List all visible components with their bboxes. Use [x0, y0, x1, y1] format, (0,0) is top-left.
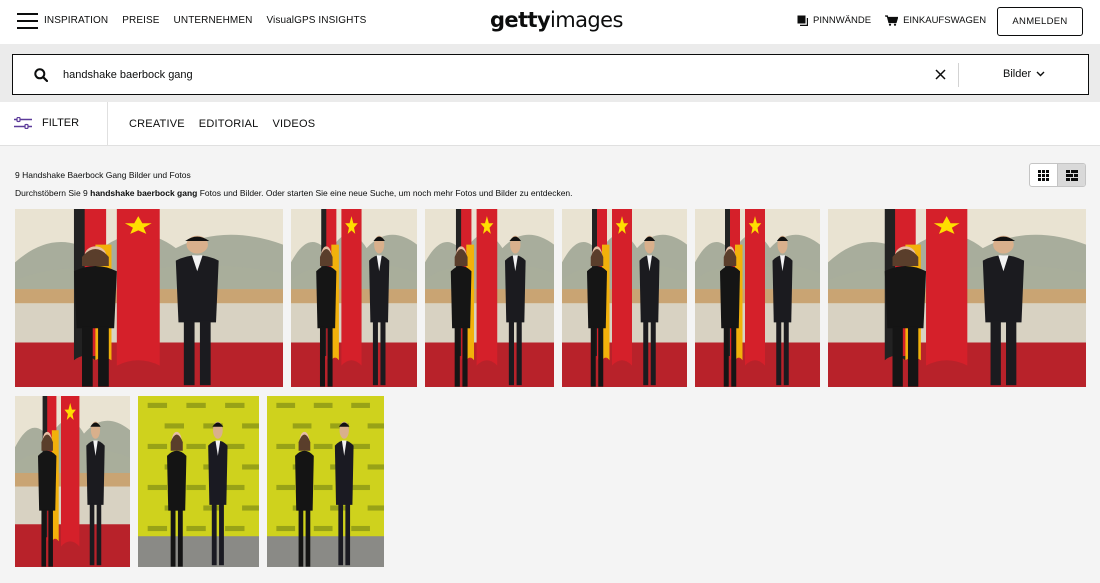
content-type-tabs: CREATIVE EDITORIAL VIDEOS — [129, 118, 315, 130]
results-desc-query: handshake baerbock gang — [90, 188, 198, 198]
filter-divider — [107, 102, 108, 146]
nav-link-inspiration[interactable]: INSPIRATION — [44, 15, 108, 26]
gettyimages-logo[interactable]: gettyimages — [490, 8, 623, 32]
photo-handshake — [15, 209, 283, 387]
boards-link[interactable]: PINNWÄNDE — [797, 15, 871, 26]
cart-label: EINKAUFSWAGEN — [903, 15, 987, 26]
mosaic-view-icon — [1065, 169, 1078, 181]
photo-handshake — [138, 396, 259, 567]
grid-view-button[interactable] — [1030, 164, 1057, 186]
nav-link-pricing[interactable]: PREISE — [122, 15, 159, 26]
image-tile[interactable] — [828, 209, 1086, 387]
boards-icon — [797, 15, 808, 26]
photo-handshake — [562, 209, 687, 387]
media-type-dropdown[interactable]: Bilder — [1003, 68, 1045, 80]
filter-button[interactable]: FILTER — [14, 117, 79, 129]
grid-view-icon — [1038, 169, 1050, 181]
search-icon[interactable] — [34, 68, 48, 82]
cart-icon — [885, 15, 899, 26]
cart-link[interactable]: EINKAUFSWAGEN — [885, 15, 986, 26]
filter-bar: FILTER CREATIVE EDITORIAL VIDEOS — [0, 102, 1100, 146]
image-tile[interactable] — [562, 209, 687, 387]
search-divider — [958, 63, 959, 87]
search-band: Bilder — [0, 44, 1100, 102]
results-desc-prefix: Durchstöbern Sie 9 — [15, 188, 91, 198]
tab-creative[interactable]: CREATIVE — [129, 118, 185, 130]
clear-search-icon[interactable] — [935, 69, 946, 80]
results-description: Durchstöbern Sie 9 handshake baerbock ga… — [15, 188, 573, 198]
photo-handshake — [291, 209, 417, 387]
top-navigation: INSPIRATION PREISE UNTERNEHMEN VisualGPS… — [0, 0, 1100, 44]
logo-bold: getty — [490, 8, 551, 32]
results-title: 9 Handshake Baerbock Gang Bilder und Fot… — [15, 170, 191, 180]
photo-handshake — [267, 396, 384, 567]
photo-handshake — [425, 209, 554, 387]
view-toggle — [1029, 163, 1086, 187]
menu-icon[interactable] — [17, 13, 38, 29]
boards-label: PINNWÄNDE — [813, 15, 872, 26]
nav-link-visualgps[interactable]: VisualGPS INSIGHTS — [266, 15, 366, 26]
chevron-down-icon — [1036, 71, 1045, 77]
image-tile[interactable] — [15, 396, 130, 567]
tab-videos[interactable]: VIDEOS — [272, 118, 315, 130]
image-tile[interactable] — [291, 209, 417, 387]
photo-handshake — [15, 396, 130, 567]
results-desc-suffix: Fotos und Bilder. Oder starten Sie eine … — [197, 188, 573, 198]
logo-light: images — [550, 8, 623, 32]
tab-editorial[interactable]: EDITORIAL — [199, 118, 259, 130]
nav-links: INSPIRATION PREISE UNTERNEHMEN VisualGPS… — [44, 15, 366, 26]
photo-handshake — [828, 209, 1086, 387]
filter-label: FILTER — [42, 117, 80, 129]
filter-sliders-icon — [14, 117, 32, 129]
image-tile[interactable] — [15, 209, 283, 387]
media-type-label: Bilder — [1003, 68, 1032, 80]
login-button[interactable]: ANMELDEN — [997, 7, 1083, 36]
image-tile[interactable] — [695, 209, 820, 387]
image-tile[interactable] — [267, 396, 384, 567]
photo-handshake — [695, 209, 820, 387]
nav-link-company[interactable]: UNTERNEHMEN — [174, 15, 253, 26]
mosaic-view-button[interactable] — [1057, 164, 1085, 186]
search-box: Bilder — [12, 54, 1089, 95]
image-tile[interactable] — [138, 396, 259, 567]
search-input[interactable] — [63, 66, 913, 84]
image-tile[interactable] — [425, 209, 554, 387]
